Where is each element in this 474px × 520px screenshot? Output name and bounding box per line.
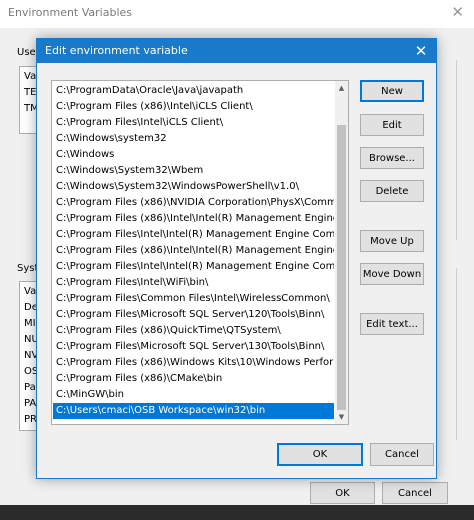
edit-button[interactable]: Edit — [360, 114, 424, 136]
move-up-button[interactable]: Move Up — [360, 230, 424, 252]
move-down-button[interactable]: Move Down — [360, 263, 424, 285]
scrollbar-thumb[interactable] — [337, 125, 346, 410]
path-item[interactable]: C:\Windows\system32 — [53, 131, 334, 147]
path-item[interactable]: C:\Program Files\Intel\WiFi\bin\ — [53, 275, 334, 291]
path-item[interactable]: C:\Users\cmaci\OSB Workspace\win32\bin — [53, 403, 334, 419]
path-item[interactable]: C:\Program Files\Intel\Intel(R) Manageme… — [53, 259, 334, 275]
edit-text-button[interactable]: Edit text... — [360, 313, 424, 335]
close-icon[interactable]: ✕ — [406, 39, 436, 63]
list-item[interactable]: MI — [24, 318, 36, 329]
environment-variables-titlebar: Environment Variables ✕ — [0, 0, 474, 28]
path-list[interactable]: C:\ProgramData\Oracle\Java\javapath C:\P… — [51, 80, 349, 425]
path-item[interactable]: C:\ProgramData\Oracle\Java\javapath — [53, 83, 334, 99]
path-item[interactable]: C:\MinGW\bin — [53, 387, 334, 403]
path-item[interactable]: C:\Program Files\Intel\iCLS Client\ — [53, 115, 334, 131]
background-cancel-button[interactable]: Cancel — [382, 482, 448, 504]
background-ok-button[interactable]: OK — [310, 482, 375, 504]
background-panel-edge — [456, 60, 474, 240]
path-item[interactable]: C:\Program Files (x86)\Intel\iCLS Client… — [53, 99, 334, 115]
dialog-title: Edit environment variable — [45, 44, 188, 57]
path-item[interactable]: C:\Program Files\Microsoft SQL Server\12… — [53, 307, 334, 323]
chevron-down-icon[interactable]: ▼ — [335, 410, 348, 424]
path-item[interactable]: C:\Program Files (x86)\Intel\Intel(R) Ma… — [53, 243, 334, 259]
browse-button[interactable]: Browse... — [360, 147, 424, 169]
close-icon[interactable]: ✕ — [451, 3, 464, 21]
path-item[interactable]: C:\Program Files (x86)\QuickTime\QTSyste… — [53, 323, 334, 339]
user-variables-label: Use — [17, 47, 36, 58]
cancel-button[interactable]: Cancel — [370, 443, 434, 466]
list-item[interactable]: Va — [24, 286, 36, 297]
ok-button[interactable]: OK — [277, 443, 363, 466]
path-item[interactable]: C:\Program Files (x86)\Windows Kits\10\W… — [53, 355, 334, 371]
path-item[interactable]: C:\Program Files (x86)\Intel\Intel(R) Ma… — [53, 211, 334, 227]
list-item[interactable]: TE — [24, 87, 36, 98]
vertical-scrollbar[interactable]: ▲ ▼ — [335, 81, 348, 424]
chevron-up-icon[interactable]: ▲ — [335, 81, 348, 95]
edit-environment-variable-dialog: Edit environment variable ✕ C:\ProgramDa… — [36, 38, 437, 479]
path-item[interactable]: C:\Program Files\Microsoft SQL Server\13… — [53, 339, 334, 355]
new-button[interactable]: New — [360, 80, 424, 102]
environment-variables-title: Environment Variables — [8, 6, 133, 19]
path-item[interactable]: C:\Program Files\Intel\Intel(R) Manageme… — [53, 227, 334, 243]
delete-button[interactable]: Delete — [360, 180, 424, 202]
background-panel-edge — [456, 268, 474, 440]
list-item[interactable]: Va — [24, 71, 36, 82]
list-item[interactable]: PA — [24, 398, 36, 409]
path-item[interactable]: C:\Windows — [53, 147, 334, 163]
desktop-strip — [0, 505, 474, 520]
path-item[interactable]: C:\Program Files (x86)\CMake\bin — [53, 371, 334, 387]
path-item[interactable]: C:\Windows\System32\Wbem — [53, 163, 334, 179]
path-item[interactable]: C:\Program Files\Common Files\Intel\Wire… — [53, 291, 334, 307]
list-item[interactable]: Pa — [24, 382, 36, 393]
path-item[interactable]: C:\Program Files (x86)\NVIDIA Corporatio… — [53, 195, 334, 211]
dialog-titlebar: Edit environment variable ✕ — [37, 39, 436, 63]
path-item[interactable]: C:\Windows\System32\WindowsPowerShell\v1… — [53, 179, 334, 195]
